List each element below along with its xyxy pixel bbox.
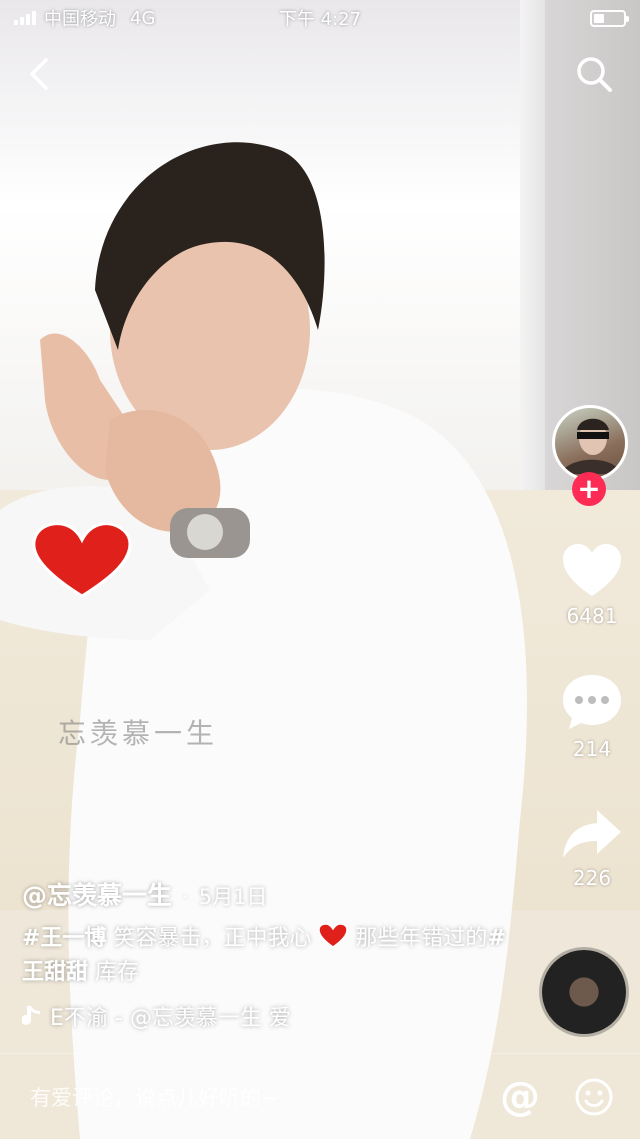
smiley-icon[interactable]	[574, 1077, 614, 1117]
speech-bubble-icon	[563, 675, 621, 729]
clock: 下午 4:27	[278, 9, 362, 30]
back-button[interactable]	[18, 52, 62, 96]
like-button[interactable]: 6481	[554, 542, 630, 628]
hashtag-link[interactable]: #王一博	[22, 926, 106, 951]
chevron-left-icon	[30, 58, 48, 90]
red-heart-emoji-icon	[318, 923, 349, 948]
music-title: E不渝 - @忘羡慕一生 爱	[50, 1006, 291, 1031]
search-button[interactable]	[572, 52, 616, 96]
date-separator: ·	[182, 885, 189, 909]
music-credit[interactable]: E不渝 - @忘羡慕一生 爱	[22, 1000, 522, 1032]
status-bar: 中国移动 4G 下午 4:27	[0, 0, 640, 36]
carrier-name: 中国移动	[44, 9, 116, 30]
comment-input[interactable]: 有爱评论，说点儿好听的~	[30, 1082, 500, 1112]
description-text: 笑容暴击，正中我心	[106, 926, 319, 951]
follow-button[interactable]: +	[572, 472, 606, 506]
heart-sticker-icon	[32, 522, 132, 598]
network-type: 4G	[130, 7, 156, 29]
author-avatar[interactable]	[552, 405, 628, 481]
music-note-icon	[22, 1006, 40, 1025]
description-text-3: 库存	[88, 960, 140, 985]
comment-button[interactable]: 214	[554, 673, 630, 761]
signal-icon	[14, 11, 36, 25]
like-count: 6481	[566, 604, 618, 628]
share-count: 226	[572, 866, 612, 890]
share-button[interactable]: 226	[554, 806, 630, 890]
search-icon	[577, 57, 612, 92]
description-text-2: 那些年错过的	[348, 926, 488, 951]
comment-bar: 有爱评论，说点儿好听的~ @	[0, 1053, 640, 1139]
at-mention-button[interactable]: @	[500, 1074, 540, 1120]
author-handle[interactable]: @忘羡慕一生	[22, 876, 172, 912]
battery-icon	[590, 9, 629, 27]
heart-icon	[563, 544, 621, 596]
post-date: 5月1日	[198, 885, 268, 909]
post-description: #王一博 笑容暴击，正中我心 那些年错过的#王甜甜 库存	[22, 922, 522, 990]
share-arrow-icon	[563, 810, 621, 858]
post-info: @忘羡慕一生 · 5月1日 #王一博 笑容暴击，正中我心 那些年错过的#王甜甜 …	[22, 876, 522, 1032]
avatar-image	[561, 418, 621, 474]
music-disc-button[interactable]	[542, 950, 626, 1034]
comment-count: 214	[572, 737, 612, 761]
video-watermark: 忘羡慕一生	[58, 717, 219, 750]
